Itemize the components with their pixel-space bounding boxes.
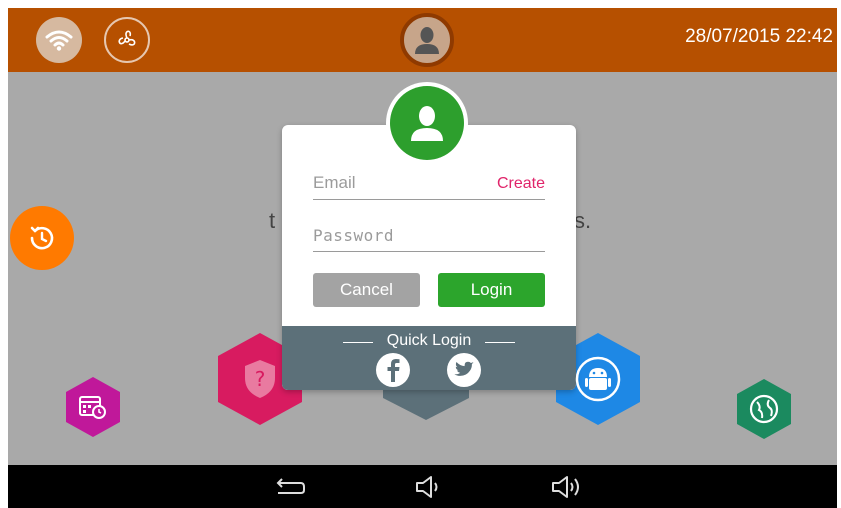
login-dialog: Email Create Password Cancel Login Quick…: [282, 125, 576, 390]
password-field[interactable]: Password: [313, 221, 545, 252]
fan-icon[interactable]: [104, 17, 150, 63]
globe-person-icon: [749, 394, 779, 424]
shield-question-icon: ?: [245, 360, 275, 398]
tablet-screen: 28/07/2015 22:42 t s. ? Email Create Pas…: [8, 8, 837, 508]
facebook-icon: [387, 359, 400, 382]
quick-login-panel: Quick Login: [282, 326, 576, 390]
calendar-clock-icon: [79, 396, 106, 419]
login-avatar: [386, 82, 468, 164]
user-icon: [411, 106, 443, 141]
android-icon: [575, 356, 621, 402]
facebook-login-button[interactable]: [376, 353, 410, 387]
globe-app[interactable]: [735, 378, 793, 440]
twitter-icon: [454, 361, 474, 376]
volume-up-button[interactable]: [548, 473, 586, 501]
calendar-app[interactable]: [64, 376, 122, 438]
cancel-button[interactable]: Cancel: [313, 273, 420, 307]
background-text-right: s.: [574, 208, 592, 233]
datetime-display: 28/07/2015 22:42: [685, 26, 833, 47]
password-placeholder: Password: [313, 226, 395, 245]
top-bar: 28/07/2015 22:42: [8, 8, 837, 72]
login-button[interactable]: Login: [438, 273, 545, 307]
back-icon: [276, 478, 305, 494]
refresh-clock-button[interactable]: [10, 206, 74, 270]
email-field[interactable]: Email Create: [313, 169, 545, 200]
user-avatar-button[interactable]: [400, 13, 454, 67]
volume-up-icon: [552, 476, 579, 498]
refresh-clock-icon: [30, 226, 54, 250]
email-placeholder: Email: [313, 173, 356, 192]
back-button[interactable]: [270, 473, 308, 501]
quick-login-label: Quick Login: [386, 332, 472, 349]
volume-down-button[interactable]: [410, 473, 448, 501]
navigation-bar: [8, 465, 837, 508]
svg-text:?: ?: [255, 367, 266, 391]
user-icon: [415, 27, 439, 54]
create-account-link[interactable]: Create: [497, 175, 545, 193]
twitter-login-button[interactable]: [447, 353, 481, 387]
volume-down-icon: [416, 476, 438, 498]
quick-login-divider-right: [485, 342, 515, 343]
wifi-icon[interactable]: [36, 17, 82, 63]
background-text-left: t: [269, 208, 276, 233]
